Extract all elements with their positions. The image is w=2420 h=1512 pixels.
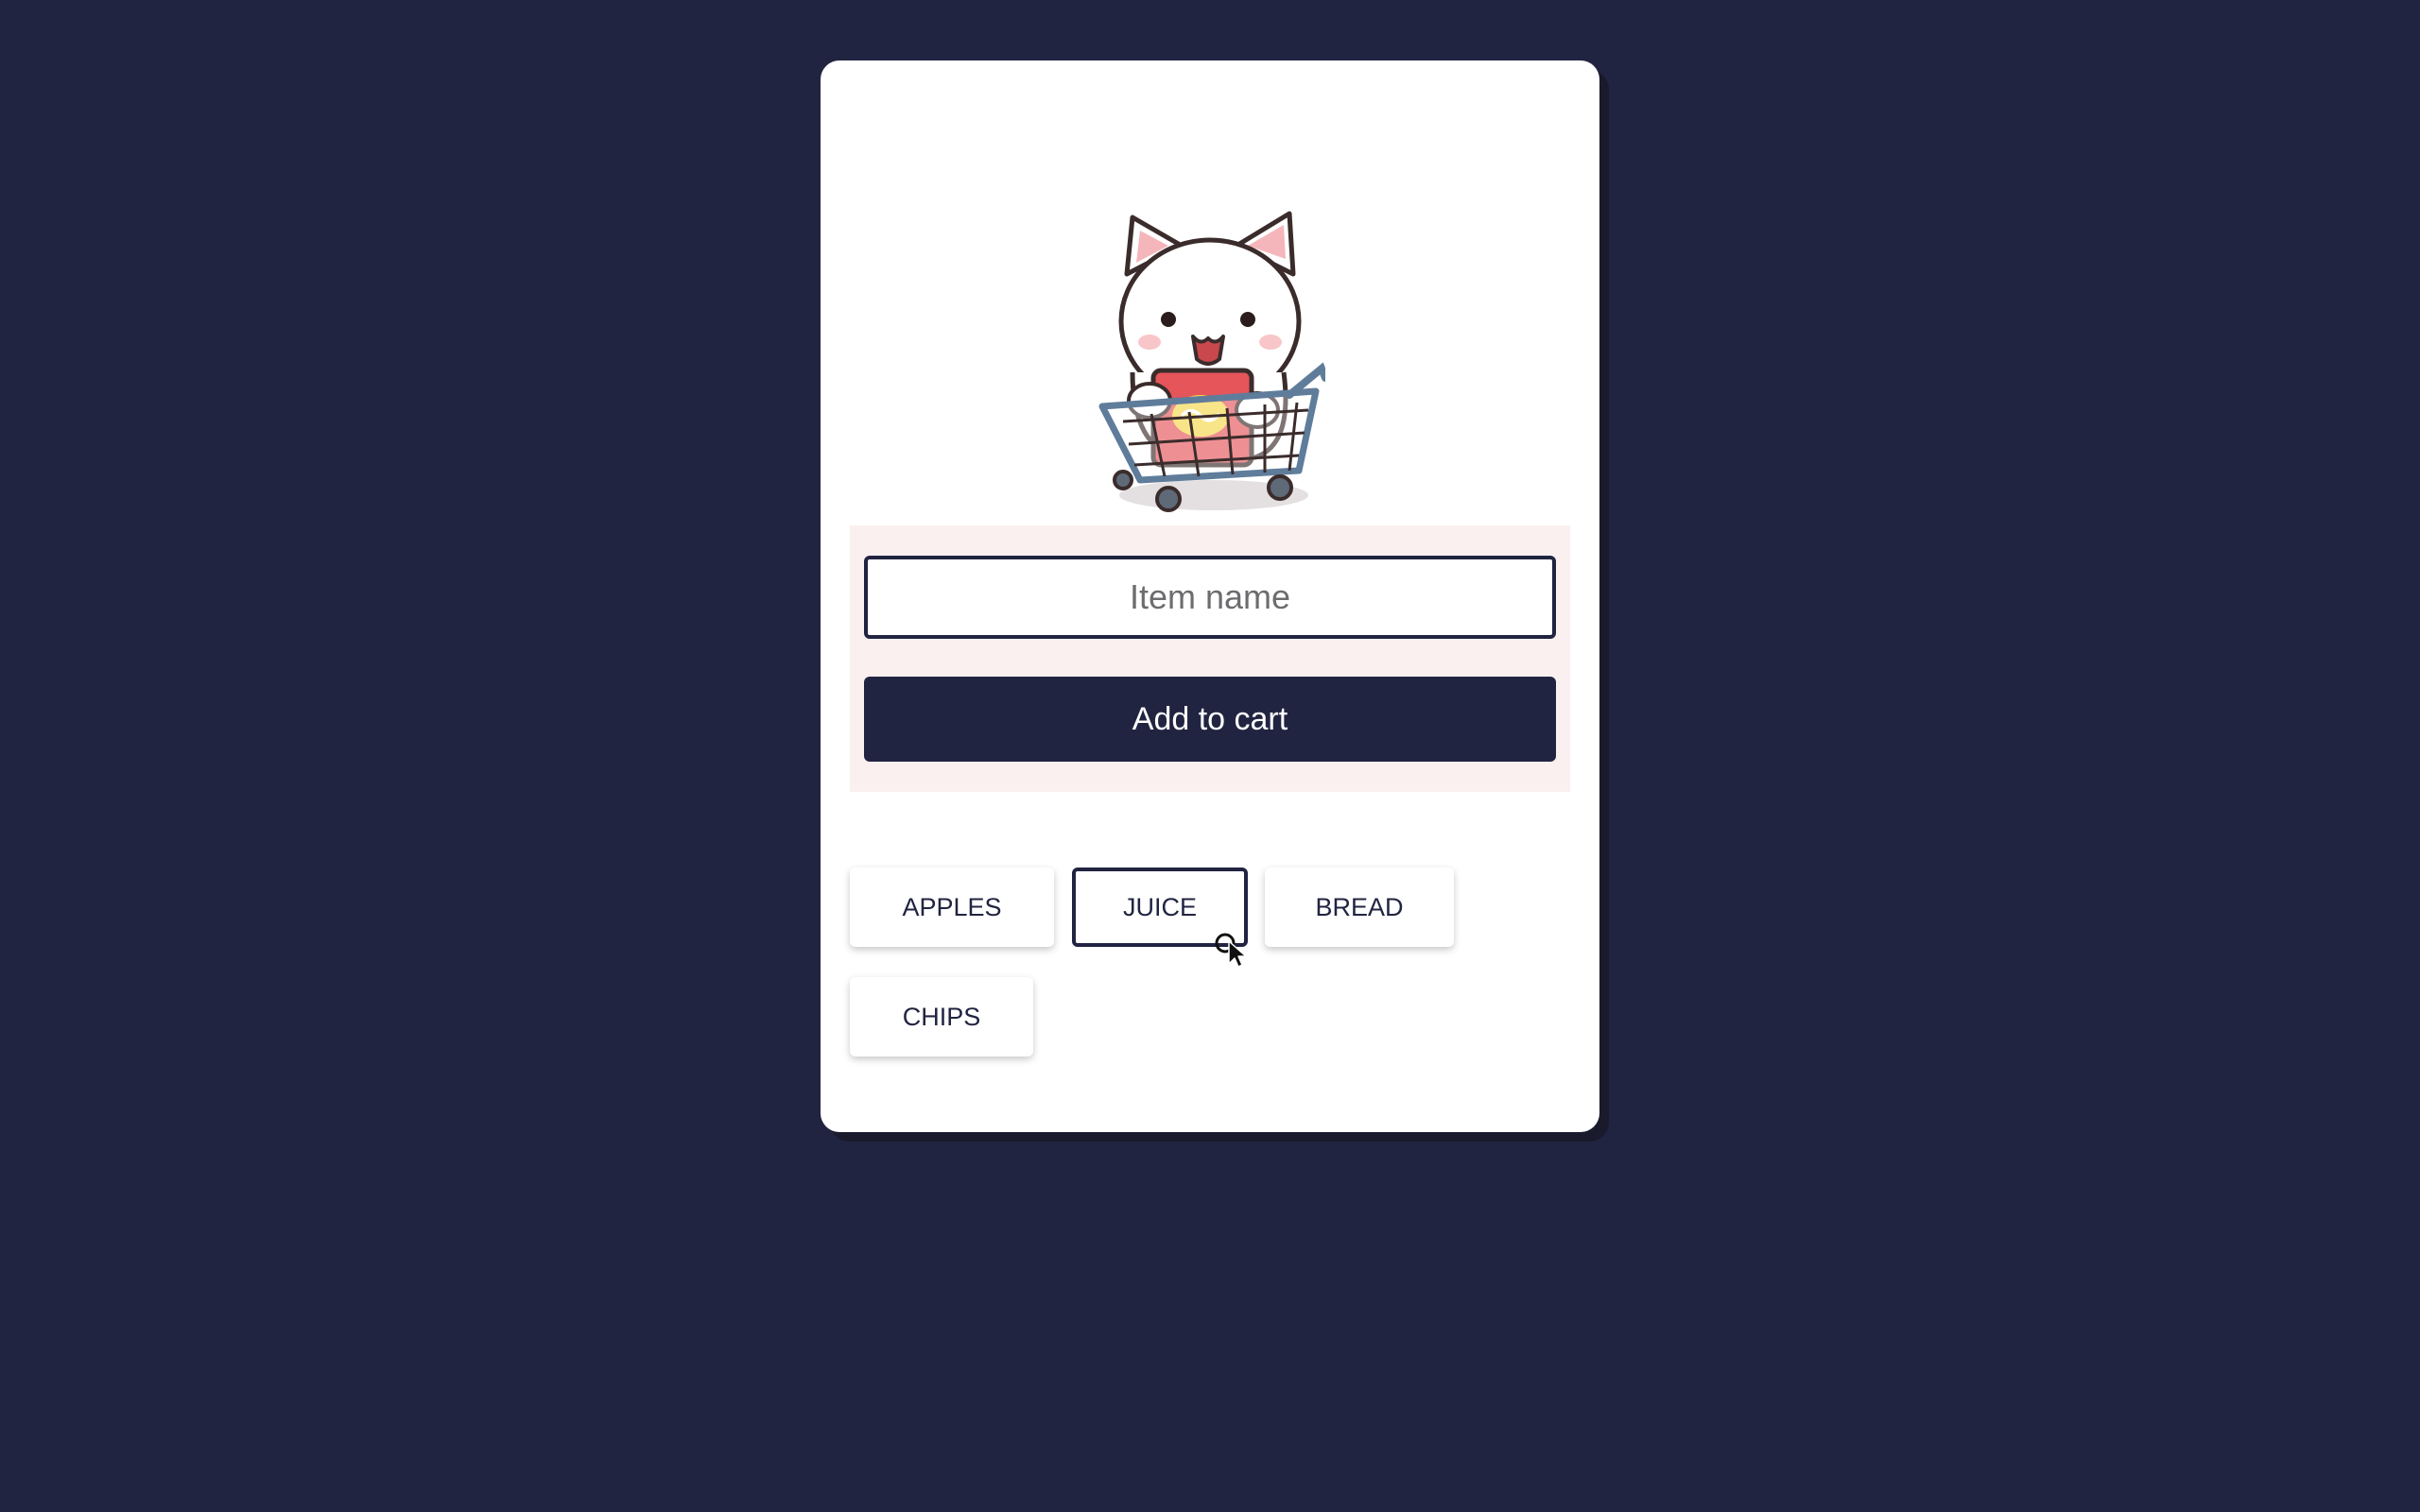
- cart-item-bread[interactable]: BREAD: [1265, 868, 1454, 947]
- cart-item-juice[interactable]: JUICE: [1072, 868, 1248, 947]
- add-to-cart-button[interactable]: Add to cart: [864, 677, 1556, 762]
- cart-item-chips[interactable]: CHIPS: [850, 977, 1033, 1057]
- cart-item-apples[interactable]: APPLES: [850, 868, 1054, 947]
- shopping-card: Add to cart APPLES JUICE BREAD CHIPS: [821, 60, 1599, 1132]
- cat-in-shopping-cart-icon: [1098, 211, 1325, 512]
- hero-image: [1095, 183, 1325, 518]
- item-name-input[interactable]: [864, 556, 1556, 639]
- add-item-form: Add to cart: [850, 525, 1570, 792]
